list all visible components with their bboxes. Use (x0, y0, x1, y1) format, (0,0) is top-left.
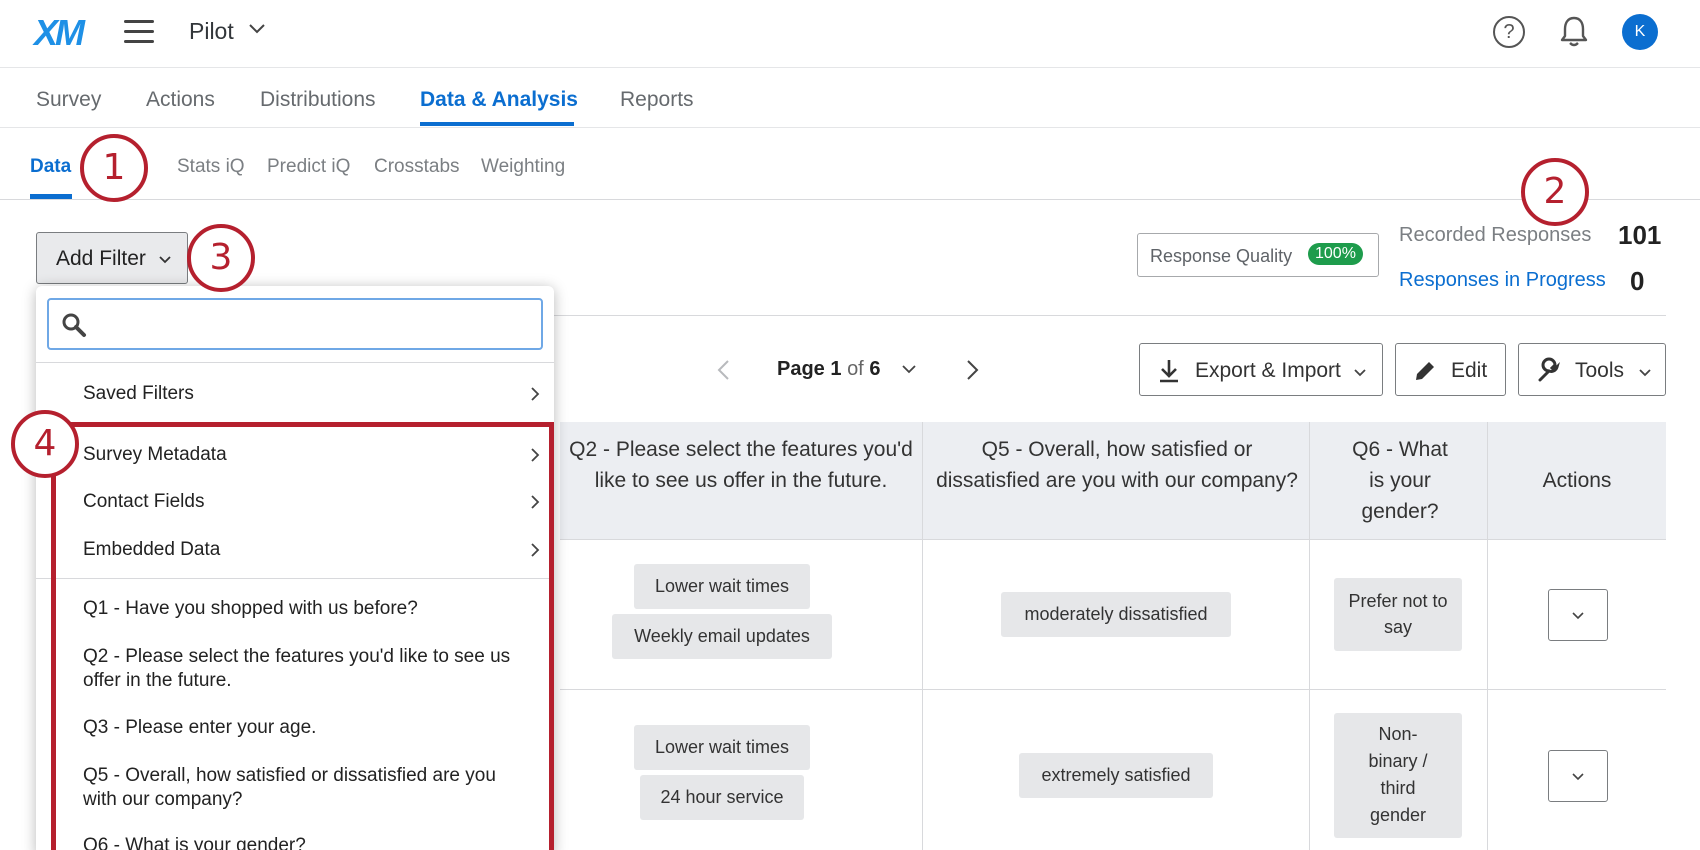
previous-page-icon[interactable] (714, 358, 734, 382)
page-total: 6 (869, 358, 881, 380)
column-divider (1309, 422, 1310, 850)
response-quality-label: Response Quality (1150, 246, 1293, 266)
tab-reports[interactable]: Reports (620, 88, 694, 112)
help-icon[interactable]: ? (1493, 16, 1525, 48)
search-icon (62, 313, 86, 337)
chevron-down-icon (159, 256, 171, 264)
chevron-down-icon[interactable] (247, 18, 267, 38)
sub-nav: Data Stats iQ Predict iQ Crosstabs Weigh… (0, 128, 1700, 200)
response-chip: Non-binary / third gender (1334, 713, 1462, 838)
page-word: Page (777, 358, 825, 380)
add-filter-label: Add Filter (56, 247, 146, 270)
row-actions-button[interactable] (1548, 750, 1608, 802)
table-header: Q2 - Please select the features you'd li… (560, 422, 1666, 540)
recorded-responses-label: Recorded Responses (1399, 224, 1592, 246)
subtab-stats-iq[interactable]: Stats iQ (177, 156, 245, 178)
responses-in-progress-link[interactable]: Responses in Progress (1399, 269, 1606, 292)
menu-item-saved-filters[interactable]: Saved Filters (83, 382, 533, 406)
dropdown-divider (36, 362, 554, 363)
chevron-down-icon (1572, 612, 1584, 620)
response-chip: moderately dissatisfied (1001, 592, 1231, 637)
subtab-weighting[interactable]: Weighting (481, 156, 565, 178)
subtab-data[interactable]: Data (30, 156, 71, 178)
page-of: of (847, 358, 864, 380)
response-chip: 24 hour service (640, 775, 804, 820)
response-chip: Lower wait times (634, 564, 810, 609)
chevron-down-icon (1572, 773, 1584, 781)
page-select-chevron-icon[interactable] (900, 360, 918, 378)
hamburger-menu-icon[interactable] (124, 20, 154, 44)
column-divider (1487, 422, 1488, 850)
response-chip: extremely satisfied (1019, 753, 1213, 798)
page-current: 1 (830, 358, 842, 380)
download-icon (1160, 360, 1178, 383)
tools-button[interactable]: Tools (1518, 343, 1666, 396)
page-indicator[interactable]: Page 1 of 6 (777, 358, 880, 381)
wrench-icon (1538, 357, 1560, 382)
tab-survey[interactable]: Survey (36, 88, 101, 112)
active-tab-indicator (420, 122, 574, 126)
row-actions-button[interactable] (1548, 589, 1608, 641)
column-header-q2[interactable]: Q2 - Please select the features you'd li… (560, 434, 922, 496)
column-header-q5[interactable]: Q5 - Overall, how satisfied or dissatisf… (932, 434, 1302, 496)
column-divider (922, 422, 923, 850)
notification-bell-icon[interactable] (1558, 14, 1590, 48)
pencil-icon (1416, 362, 1434, 380)
response-chip: Weekly email updates (612, 614, 832, 659)
responses-in-progress-count: 0 (1630, 266, 1645, 296)
callout-3: 3 (187, 224, 255, 292)
filter-search-box[interactable] (47, 298, 543, 350)
active-subtab-indicator (30, 194, 72, 199)
recorded-responses-count: 101 (1618, 220, 1662, 250)
chevron-down-icon (1639, 369, 1651, 377)
callout-2: 2 (1521, 158, 1589, 226)
main-nav: Survey Actions Distributions Data & Anal… (0, 68, 1700, 128)
tab-distributions[interactable]: Distributions (260, 88, 376, 112)
project-name[interactable]: Pilot (189, 18, 234, 45)
tab-actions[interactable]: Actions (146, 88, 215, 112)
user-avatar[interactable]: K (1622, 14, 1658, 50)
response-chip: Lower wait times (634, 725, 810, 770)
chevron-down-icon (1354, 369, 1366, 377)
tools-label: Tools (1575, 359, 1625, 382)
chevron-right-icon (531, 387, 540, 401)
column-header-q6[interactable]: Q6 - What is your gender? (1320, 434, 1480, 527)
response-quality-badge: 100% (1308, 243, 1363, 265)
response-quality-button[interactable]: Response Quality 100% (1137, 233, 1379, 277)
response-chip: Prefer not to say (1334, 578, 1462, 651)
export-import-button[interactable]: Export & Import (1139, 343, 1383, 396)
callout-4: 4 (11, 410, 79, 478)
xm-logo[interactable]: XM (34, 12, 85, 54)
column-header-actions: Actions (1542, 469, 1612, 492)
row-divider (560, 689, 1666, 690)
highlight-box (51, 422, 554, 850)
add-filter-button[interactable]: Add Filter (36, 232, 188, 284)
tab-data-analysis[interactable]: Data & Analysis (420, 88, 578, 112)
callout-1: 1 (80, 134, 148, 202)
next-page-icon[interactable] (962, 358, 982, 382)
export-import-label: Export & Import (1195, 359, 1341, 382)
subtab-crosstabs[interactable]: Crosstabs (374, 156, 460, 178)
filter-search-input[interactable] (97, 308, 527, 340)
edit-label: Edit (1451, 359, 1488, 382)
edit-button[interactable]: Edit (1395, 343, 1506, 396)
subtab-predict-iq[interactable]: Predict iQ (267, 156, 350, 178)
